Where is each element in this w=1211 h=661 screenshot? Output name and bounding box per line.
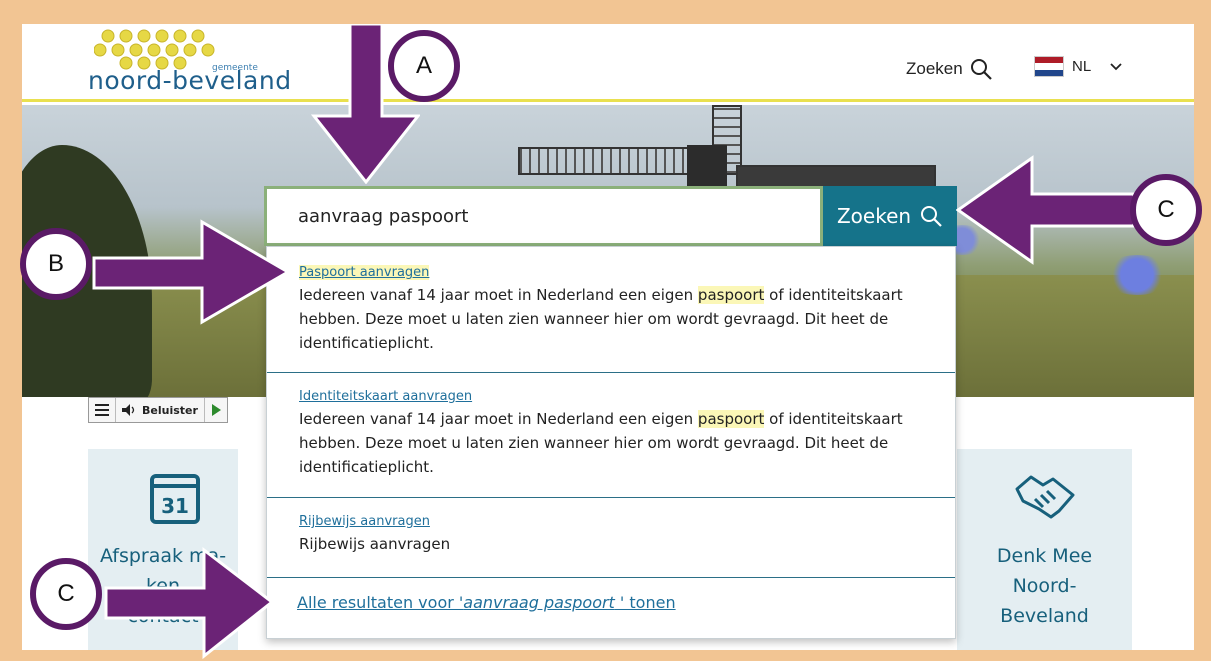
suggestion-link[interactable]: Rijbewijs aanvragen [299,514,923,529]
header-search-link[interactable]: Zoeken [906,57,993,81]
annotation-arrow-b [92,219,291,325]
logo-text: noord-beveland [88,66,292,95]
search-suggestions: Paspoort aanvragen Iedereen vanaf 14 jaa… [266,246,956,639]
dutch-flag-icon [1034,56,1064,77]
all-results-link[interactable]: Alle resultaten voor 'aanvraag paspoort … [297,593,676,612]
handshake-icon [1015,475,1075,519]
listen-label: Beluister [142,403,198,417]
chevron-down-icon [1110,62,1122,70]
suggestion-item[interactable]: Paspoort aanvragen Iedereen vanaf 14 jaa… [267,247,955,373]
tile-denk-mee-title: Denk Mee Noord- Beveland [996,545,1093,627]
suggestion-description: Iedereen vanaf 14 jaar moet in Nederland… [299,286,903,352]
search-button[interactable]: Zoeken [823,186,957,246]
suggestion-link[interactable]: Paspoort aanvragen [299,265,923,280]
search-button-label: Zoeken [836,204,912,228]
annotation-badge-a: A [388,30,460,102]
menu-icon[interactable] [89,398,116,422]
readspeaker-bar: Beluister [88,397,228,423]
suggestion-item[interactable]: Identiteitskaart aanvragen Iedereen vana… [267,373,955,498]
annotation-arrow-c-top [956,155,1136,265]
suggestion-description: Iedereen vanaf 14 jaar moet in Nederland… [299,410,903,476]
suggestion-link[interactable]: Identiteitskaart aanvragen [299,389,923,404]
logo-dots-icon [94,29,215,70]
site-logo[interactable]: gemeente noord-beveland [88,26,333,98]
search-icon [921,206,942,227]
play-icon[interactable] [205,398,227,422]
speaker-icon [122,404,135,416]
search-bar: Zoeken [264,186,957,246]
language-label: NL [1072,58,1092,75]
search-icon [970,59,992,80]
site-header: gemeente noord-beveland Zoeken NL [22,24,1194,102]
annotation-badge-c-bottom: C [30,558,102,630]
annotation-badge-b: B [20,228,92,300]
suggestion-item[interactable]: Rijbewijs aanvragen Rijbewijs aanvragen [267,498,955,578]
annotation-arrow-c-bottom [104,546,274,660]
listen-button[interactable]: Beluister [116,398,205,422]
annotation-badge-c-top: C [1130,174,1202,246]
tile-denk-mee[interactable]: Denk Mee Noord- Beveland [957,449,1132,650]
suggestion-description: Rijbewijs aanvragen [299,535,451,553]
calendar-icon: 31 [150,474,200,524]
language-selector[interactable]: NL [1034,56,1123,77]
search-input[interactable] [264,186,823,246]
header-search-label: Zoeken [906,59,963,78]
